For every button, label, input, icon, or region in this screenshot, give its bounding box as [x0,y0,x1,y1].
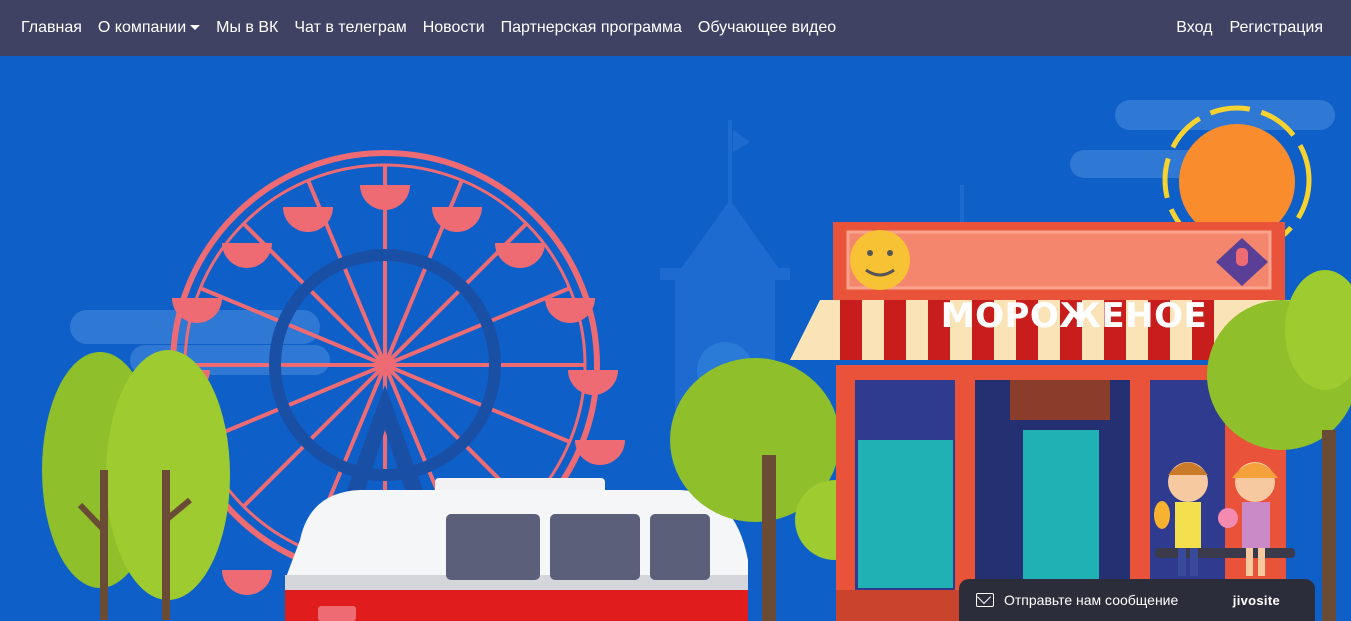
nav-menu: Главная О компании Мы в ВК Чат в телегра… [0,19,852,37]
nav-partner-program[interactable]: Партнерская программа [501,19,682,37]
chat-widget[interactable]: Отправьте нам сообщение jivosite [959,579,1315,621]
chat-widget-message: Отправьте нам сообщение [1004,592,1179,608]
bus [285,478,748,621]
nav-telegram-chat[interactable]: Чат в телеграм [294,19,406,37]
nav-news[interactable]: Новости [423,19,485,37]
caret-down-icon [190,25,201,31]
register-link[interactable]: Регистрация [1229,19,1323,37]
shop-sign-text: МОРОЖЕНОЕ [940,296,1208,336]
envelope-icon [976,593,994,607]
nav-home[interactable]: Главная [21,19,82,37]
hero-illustration [0,56,1351,621]
nav-tutorial-video[interactable]: Обучающее видео [698,19,836,37]
nav-about-dropdown[interactable]: О компании [97,19,201,37]
nav-about-label: О компании [97,19,187,36]
top-navbar: Главная О компании Мы в ВК Чат в телегра… [0,0,1351,56]
jivosite-logo: jivosite [1232,592,1280,608]
login-link[interactable]: Вход [1176,19,1212,37]
nav-vk[interactable]: Мы в ВК [216,19,278,37]
ice-cream-shop [790,222,1290,621]
hero-banner: МОРОЖЕНОЕ [0,56,1351,621]
auth-links: Вход Регистрация [1159,19,1351,37]
